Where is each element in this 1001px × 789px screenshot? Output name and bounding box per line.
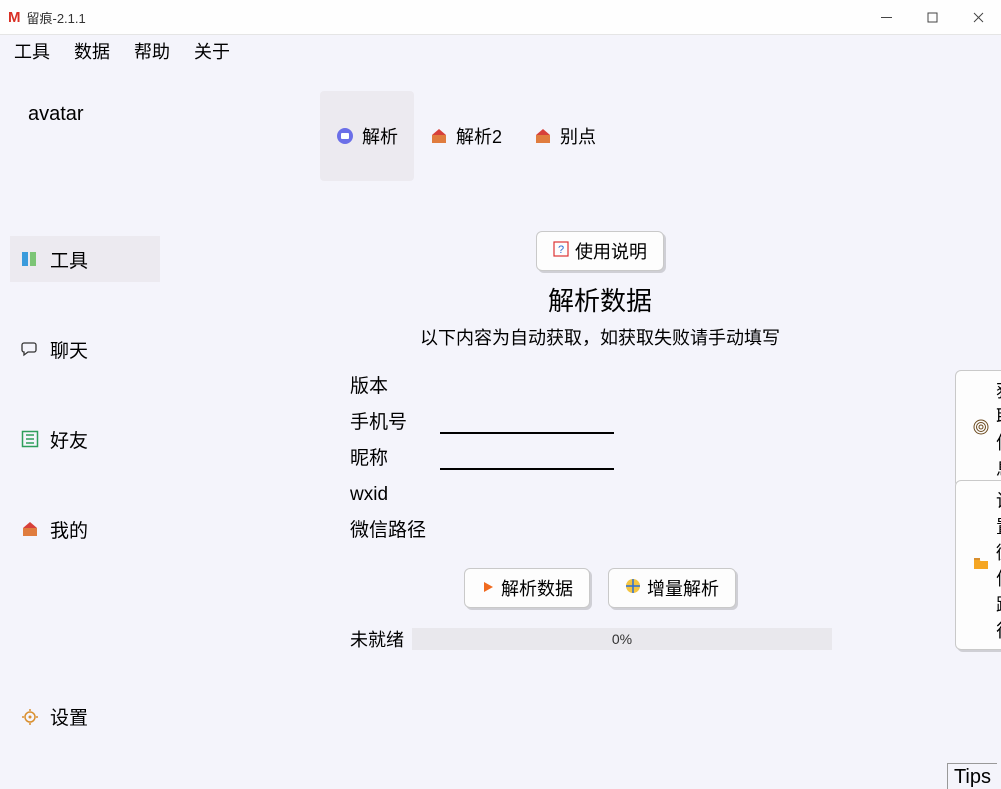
- title-bar-left: M 留痕-2.1.1: [8, 8, 86, 27]
- app-logo-icon: M: [8, 9, 21, 26]
- sidebar-item-label: 工具: [50, 246, 88, 273]
- menu-data[interactable]: 数据: [74, 38, 110, 64]
- label-wxid: wxid: [350, 484, 440, 506]
- tab-label: 解析2: [456, 123, 502, 149]
- label-version: 版本: [350, 371, 440, 398]
- get-info-label: 获取信息: [996, 377, 1001, 481]
- minimize-button[interactable]: [863, 0, 909, 34]
- sidebar-item-friends[interactable]: 好友: [10, 416, 160, 462]
- help-icon: ?: [553, 241, 569, 262]
- sidebar-item-chat[interactable]: 聊天: [10, 326, 160, 372]
- window-controls: [863, 0, 1001, 34]
- tab-label: 解析: [362, 123, 398, 149]
- tab-label: 别点: [560, 123, 596, 149]
- content-heading: 解析数据: [340, 281, 860, 318]
- avatar[interactable]: avatar: [28, 103, 160, 126]
- status-label: 未就绪: [350, 626, 412, 652]
- app-body: avatar 工具 聊天 好友: [0, 67, 1001, 789]
- progress-text: 0%: [612, 631, 632, 647]
- window-title: 留痕-2.1.1: [27, 8, 86, 27]
- play-icon: [481, 578, 495, 599]
- sidebar-item-tools[interactable]: 工具: [10, 236, 160, 282]
- parse2-icon: [430, 127, 448, 145]
- help-button[interactable]: ? 使用说明: [536, 231, 664, 271]
- progress-bar: 0%: [412, 628, 832, 650]
- menu-bar: 工具 数据 帮助 关于: [0, 35, 1001, 67]
- maximize-button[interactable]: [909, 0, 955, 34]
- sidebar: avatar 工具 聊天 好友: [0, 67, 160, 789]
- sidebar-item-mine[interactable]: 我的: [10, 506, 160, 552]
- sidebar-settings[interactable]: 设置: [10, 703, 160, 730]
- parse-icon: [336, 127, 354, 145]
- phone-field[interactable]: [440, 410, 614, 434]
- settings-label: 设置: [50, 703, 88, 730]
- friends-icon: [20, 429, 40, 449]
- label-wxpath: 微信路径: [350, 515, 440, 542]
- content: ? 使用说明 解析数据 以下内容为自动获取，如获取失败请手动填写 版本 手机号 …: [340, 231, 860, 652]
- nickname-field[interactable]: [440, 446, 614, 470]
- set-wxpath-button[interactable]: 设置微信路径: [955, 480, 1001, 650]
- tab-parse2[interactable]: 解析2: [414, 91, 518, 181]
- tabs: 解析 解析2 别点: [320, 91, 1001, 181]
- incremental-label: 增量解析: [647, 575, 719, 601]
- title-bar: M 留痕-2.1.1: [0, 0, 1001, 35]
- parse-data-label: 解析数据: [501, 575, 573, 601]
- folder-icon: [972, 554, 990, 577]
- menu-tools[interactable]: 工具: [14, 38, 50, 64]
- form: 版本 手机号 昵称 wxid 微信路径: [350, 362, 860, 542]
- tab-parse[interactable]: 解析: [320, 91, 414, 181]
- main-panel: 解析 解析2 别点 ? 使用: [160, 67, 1001, 789]
- target-icon: [625, 578, 641, 599]
- get-info-button[interactable]: 获取信息: [955, 370, 1001, 488]
- incremental-button[interactable]: 增量解析: [608, 568, 736, 608]
- content-subtitle: 以下内容为自动获取，如获取失败请手动填写: [340, 324, 860, 350]
- sidebar-item-label: 聊天: [50, 336, 88, 363]
- chat-icon: [20, 339, 40, 359]
- menu-about[interactable]: 关于: [194, 38, 230, 64]
- svg-text:?: ?: [558, 244, 564, 256]
- close-button[interactable]: [955, 0, 1001, 34]
- sidebar-item-label: 我的: [50, 516, 88, 543]
- sidebar-item-label: 好友: [50, 426, 88, 453]
- parse-data-button[interactable]: 解析数据: [464, 568, 590, 608]
- set-wxpath-label: 设置微信路径: [996, 487, 1001, 643]
- tab-dontclick[interactable]: 别点: [518, 91, 612, 181]
- mine-icon: [20, 519, 40, 539]
- tools-icon: [20, 249, 40, 269]
- fingerprint-icon: [972, 418, 990, 441]
- label-nickname: 昵称: [350, 443, 440, 470]
- dontclick-icon: [534, 127, 552, 145]
- settings-icon: [20, 707, 40, 727]
- label-phone: 手机号: [350, 407, 440, 434]
- sidebar-list: 工具 聊天 好友 我的: [10, 236, 160, 552]
- tips-label[interactable]: Tips: [947, 763, 997, 789]
- help-button-label: 使用说明: [575, 238, 647, 264]
- menu-help[interactable]: 帮助: [134, 38, 170, 64]
